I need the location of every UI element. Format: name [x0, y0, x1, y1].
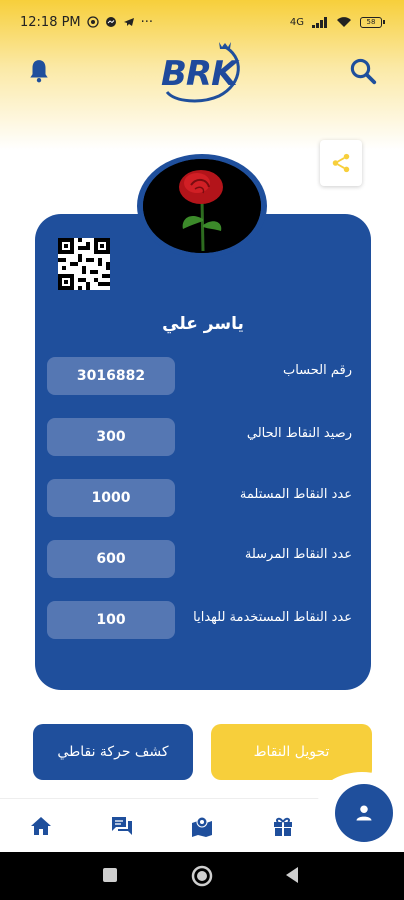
profile-fab[interactable]	[335, 784, 393, 842]
account-number-value: 3016882	[47, 357, 175, 395]
network-type: 4G	[289, 16, 304, 28]
share-button[interactable]	[320, 140, 362, 186]
share-icon	[332, 153, 350, 173]
account-number-label: رقم الحساب	[282, 363, 352, 378]
qr-code[interactable]	[58, 238, 110, 290]
gift-points-label: عدد النقاط المستخدمة للهدايا	[193, 610, 352, 625]
recent-apps-icon[interactable]	[100, 864, 120, 886]
map-icon[interactable]	[190, 814, 214, 838]
battery-level: 58	[366, 17, 376, 26]
gift-icon[interactable]	[271, 814, 295, 838]
messenger-icon	[105, 17, 116, 27]
received-points-value: 1000	[47, 479, 175, 517]
person-icon	[356, 805, 372, 821]
current-points-value: 300	[47, 418, 175, 456]
chat-icon[interactable]	[110, 814, 134, 838]
current-points-label: رصيد النقاط الحالي	[246, 426, 352, 441]
home-icon[interactable]	[29, 814, 53, 838]
wifi-icon	[337, 17, 351, 27]
logo-text: BRK	[161, 54, 237, 94]
back-icon[interactable]	[282, 864, 302, 886]
received-points-label: عدد النقاط المستلمة	[239, 487, 352, 502]
gift-points-value: 100	[47, 601, 175, 639]
notification-bell-icon[interactable]	[26, 58, 52, 84]
sent-points-label: عدد النقاط المرسلة	[244, 547, 352, 562]
battery-icon: 58	[360, 16, 385, 28]
avatar[interactable]	[143, 159, 261, 253]
rose-image	[143, 159, 261, 253]
search-icon[interactable]	[348, 56, 378, 86]
signal-icon	[312, 16, 327, 28]
whatsapp-icon	[87, 16, 99, 28]
home-button-icon[interactable]	[190, 864, 214, 888]
more-notifications-icon: ···	[140, 14, 154, 30]
sent-points-value: 600	[47, 540, 175, 578]
transfer-points-button[interactable]: تحويل النقاط	[211, 724, 372, 780]
user-name: ياسر علي	[162, 314, 244, 334]
status-bar: 12:18 PM ··· 4G 58	[0, 0, 404, 44]
points-history-button[interactable]: كشف حركة نقاطي	[33, 724, 193, 780]
brk-logo: BRK	[155, 40, 250, 106]
status-time: 12:18 PM	[20, 14, 81, 30]
telegram-icon	[123, 18, 134, 26]
